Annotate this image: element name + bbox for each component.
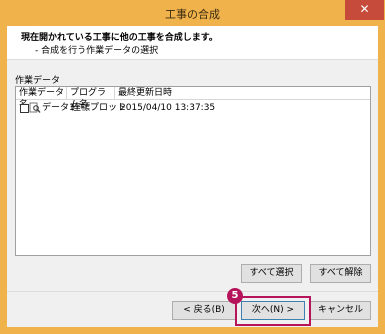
document-search-icon [29, 102, 41, 113]
close-icon: ✕ [359, 2, 370, 16]
cell-data-name: データ1 [42, 103, 75, 113]
cell-updated: 2015/04/10 13:37:35 [120, 103, 216, 113]
page-subheading: - 合成を行う作業データの選択 [35, 46, 159, 56]
divider [7, 291, 378, 292]
page-heading: 現在開かれている工事に他の工事を合成します。 [21, 33, 218, 43]
back-button[interactable]: < 戻る(B) [172, 301, 236, 320]
list-item[interactable]: データ1 座標プロット 2015/04/10 13:37:35 [16, 101, 370, 115]
group-label: 作業データ [15, 76, 61, 86]
dialog-body: 現在開かれている工事に他の工事を合成します。 - 合成を行う作業データの選択 作… [7, 26, 378, 327]
cancel-button[interactable]: キャンセル [310, 301, 371, 320]
work-data-list[interactable]: 作業データ名 プログラム名 最終更新日時 データ1 座標プロット 2015/04… [15, 86, 371, 256]
select-all-button[interactable]: すべて選択 [241, 264, 302, 283]
window-title: 工事の合成 [165, 8, 220, 21]
header-area: 現在開かれている工事に他の工事を合成します。 - 合成を行う作業データの選択 [7, 26, 378, 60]
column-header-data-name[interactable]: 作業データ名 [16, 87, 67, 110]
title-bar[interactable]: 工事の合成 ✕ [0, 0, 385, 26]
row-checkbox[interactable] [20, 104, 29, 113]
next-button-highlight [235, 296, 311, 326]
step-badge: 5 [227, 288, 243, 304]
cell-program: 座標プロット [72, 103, 127, 113]
deselect-all-button[interactable]: すべて解除 [310, 264, 371, 283]
close-button[interactable]: ✕ [345, 0, 384, 20]
dialog-window: 工事の合成 ✕ 現在開かれている工事に他の工事を合成します。 - 合成を行う作業… [0, 0, 385, 334]
column-header-program[interactable]: プログラム名 [67, 87, 115, 110]
column-header-updated[interactable]: 最終更新日時 [115, 87, 370, 100]
